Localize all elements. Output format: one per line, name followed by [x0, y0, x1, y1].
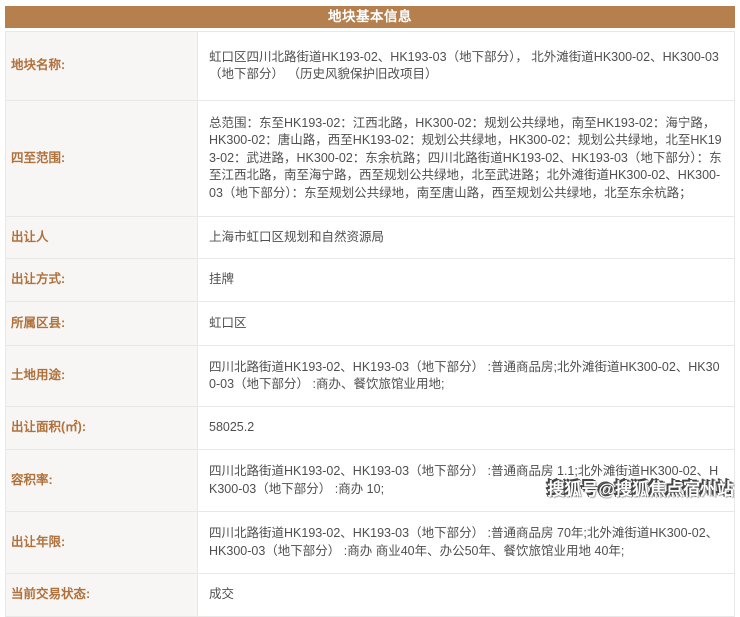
table-row: 出让面积(㎡): 58025.2 [6, 407, 735, 450]
table-row: 出让年限: 四川北路街道HK193-02、HK193-03（地下部分） :普通商… [6, 512, 735, 574]
row-label-transfer-method: 出让方式: [6, 259, 198, 302]
row-label-district: 所属区县: [6, 302, 198, 346]
table-row: 出让人 上海市虹口区规划和自然资源局 [6, 217, 735, 259]
row-label-transfer-area: 出让面积(㎡): [6, 407, 198, 450]
row-value-transfer-method: 挂牌 [198, 259, 735, 302]
row-label-land-use: 土地用途: [6, 346, 198, 407]
row-value-district: 虹口区 [198, 302, 735, 346]
row-value-transaction-status: 成交 [198, 574, 735, 617]
row-value-parcel-name: 虹口区四川北路街道HK193-02、HK193-03（地下部分）， 北外滩街道H… [198, 32, 735, 101]
panel-title: 地块基本信息 [5, 6, 735, 28]
row-label-boundaries: 四至范围: [6, 101, 198, 217]
row-value-grantor: 上海市虹口区规划和自然资源局 [198, 217, 735, 259]
land-info-table: 地块名称: 虹口区四川北路街道HK193-02、HK193-03（地下部分）， … [5, 31, 735, 617]
land-info-panel: 地块基本信息 地块名称: 虹口区四川北路街道HK193-02、HK193-03（… [5, 6, 735, 617]
row-value-transfer-area: 58025.2 [198, 407, 735, 450]
table-row: 土地用途: 四川北路街道HK193-02、HK193-03（地下部分） :普通商… [6, 346, 735, 407]
row-label-grantor: 出让人 [6, 217, 198, 259]
row-label-transfer-term: 出让年限: [6, 512, 198, 574]
table-row: 当前交易状态: 成交 [6, 574, 735, 617]
row-value-transfer-term: 四川北路街道HK193-02、HK193-03（地下部分） :普通商品房 70年… [198, 512, 735, 574]
table-row: 出让方式: 挂牌 [6, 259, 735, 302]
table-row: 四至范围: 总范围：东至HK193-02：江西北路，HK300-02：规划公共绿… [6, 101, 735, 217]
sohu-watermark: 搜狐号@搜狐焦点宿州站 [547, 475, 734, 500]
row-value-land-use: 四川北路街道HK193-02、HK193-03（地下部分） :普通商品房;北外滩… [198, 346, 735, 407]
row-label-plot-ratio: 容积率: [6, 450, 198, 512]
row-label-transaction-status: 当前交易状态: [6, 574, 198, 617]
table-row: 地块名称: 虹口区四川北路街道HK193-02、HK193-03（地下部分）， … [6, 32, 735, 101]
row-value-boundaries: 总范围：东至HK193-02：江西北路，HK300-02：规划公共绿地，南至HK… [198, 101, 735, 217]
row-label-parcel-name: 地块名称: [6, 32, 198, 101]
table-row: 所属区县: 虹口区 [6, 302, 735, 346]
